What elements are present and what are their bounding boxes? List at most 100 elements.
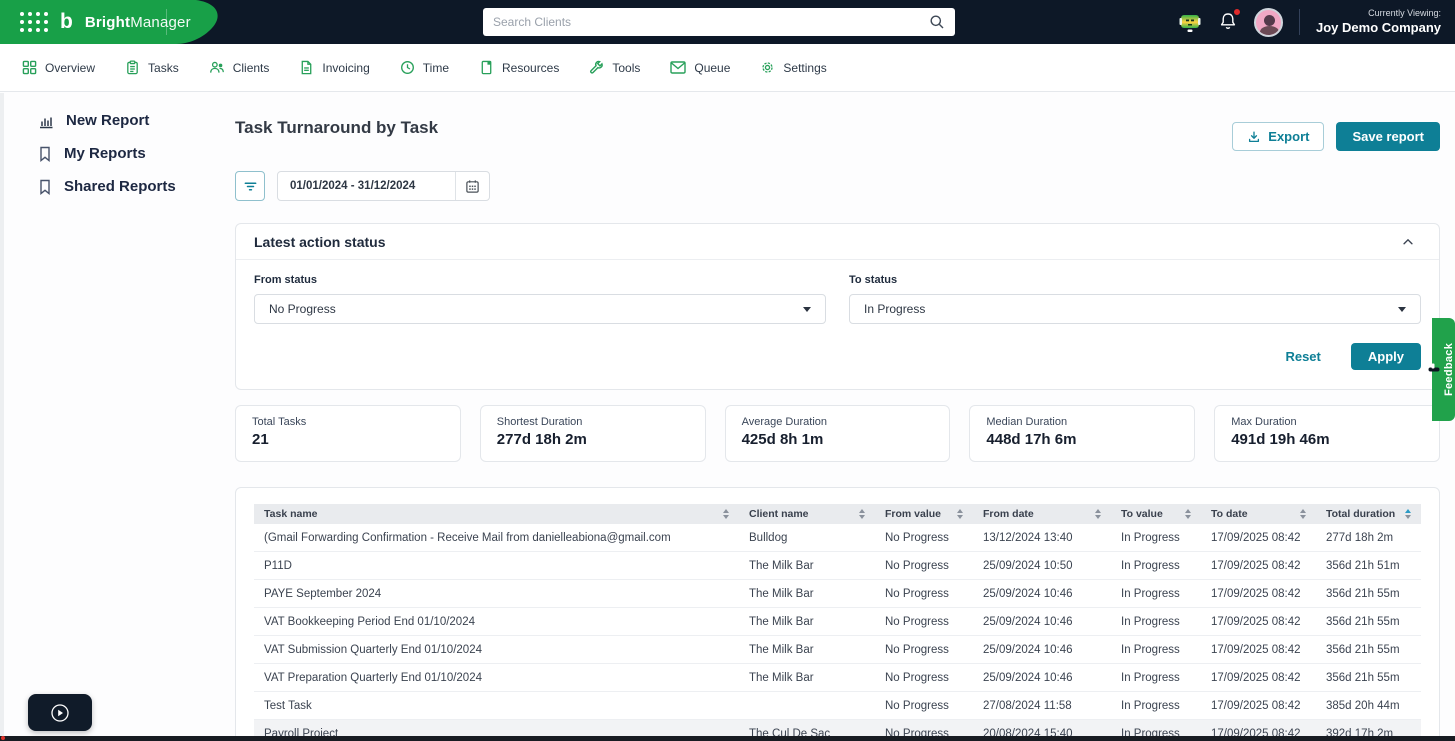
nav-label: Tasks xyxy=(148,61,179,75)
table-cell: No Progress xyxy=(875,552,973,579)
sort-icon[interactable] xyxy=(957,509,963,519)
table-cell: 356d 21h 55m xyxy=(1316,608,1421,635)
bookmark-icon xyxy=(38,179,52,195)
table-cell: 356d 21h 55m xyxy=(1316,636,1421,663)
table-cell: 17/09/2025 08:42 xyxy=(1201,580,1316,607)
table-cell: In Progress xyxy=(1111,636,1201,663)
apply-button[interactable]: Apply xyxy=(1351,343,1421,370)
feedback-icon xyxy=(1429,368,1440,372)
chatbot-icon[interactable] xyxy=(1178,10,1202,34)
table-cell: The Milk Bar xyxy=(739,608,875,635)
nav-item-overview[interactable]: Overview xyxy=(22,60,95,75)
table-body: (Gmail Forwarding Confirmation - Receive… xyxy=(254,524,1421,741)
export-button[interactable]: Export xyxy=(1232,122,1324,151)
sort-icon[interactable] xyxy=(859,509,865,519)
nav-item-tools[interactable]: Tools xyxy=(589,60,640,75)
table-cell: No Progress xyxy=(875,692,973,719)
search-icon[interactable] xyxy=(929,14,945,30)
column-header-client-name[interactable]: Client name xyxy=(739,504,875,524)
table-row[interactable]: PAYE September 2024The Milk BarNo Progre… xyxy=(254,580,1421,608)
table-cell: 27/08/2024 11:58 xyxy=(973,692,1111,719)
column-header-label: Client name xyxy=(749,508,809,520)
table-cell: 25/09/2024 10:50 xyxy=(973,552,1111,579)
sort-icon[interactable] xyxy=(1095,509,1101,519)
table-row[interactable]: VAT Bookkeeping Period End 01/10/2024The… xyxy=(254,608,1421,636)
user-avatar[interactable] xyxy=(1254,8,1283,37)
sidebar-item-new-report[interactable]: New Report xyxy=(0,104,235,137)
app-launcher-icon[interactable] xyxy=(20,12,48,32)
table-cell: No Progress xyxy=(875,580,973,607)
table-row[interactable]: VAT Submission Quarterly End 01/10/2024T… xyxy=(254,636,1421,664)
nav-item-clients[interactable]: Clients xyxy=(209,60,270,75)
panel-actions: Reset Apply xyxy=(1285,343,1421,370)
from-status-field: From status No Progress xyxy=(254,274,826,324)
table-row[interactable]: (Gmail Forwarding Confirmation - Receive… xyxy=(254,524,1421,552)
table-cell: No Progress xyxy=(875,664,973,691)
sort-icon[interactable] xyxy=(1300,509,1306,519)
nav-item-invoicing[interactable]: Invoicing xyxy=(299,60,369,75)
currently-viewing[interactable]: Currently Viewing: Joy Demo Company xyxy=(1316,8,1447,36)
table-row[interactable]: VAT Preparation Quarterly End 01/10/2024… xyxy=(254,664,1421,692)
nav-item-settings[interactable]: Settings xyxy=(760,60,826,75)
nav-label: Clients xyxy=(233,61,270,75)
envelope-icon xyxy=(670,61,686,74)
nav-label: Invoicing xyxy=(322,61,369,75)
stat-label: Shortest Duration xyxy=(497,416,689,428)
currently-viewing-label: Currently Viewing: xyxy=(1316,8,1441,19)
sort-icon[interactable] xyxy=(723,509,729,519)
column-header-task-name[interactable]: Task name xyxy=(254,504,739,524)
main-nav: Overview Tasks Clients Invoicing Time Re… xyxy=(0,44,1455,92)
stat-card-median-duration: Median Duration 448d 17h 6m xyxy=(969,405,1195,462)
nav-item-tasks[interactable]: Tasks xyxy=(125,60,179,75)
filter-button[interactable] xyxy=(235,171,265,201)
nav-item-time[interactable]: Time xyxy=(400,60,449,75)
table-cell: The Milk Bar xyxy=(739,580,875,607)
table-cell: In Progress xyxy=(1111,692,1201,719)
table-cell xyxy=(739,692,875,719)
column-header-label: To value xyxy=(1121,508,1163,520)
date-range-picker[interactable]: 01/01/2024 - 31/12/2024 xyxy=(277,171,490,201)
filter-sliders-icon xyxy=(243,179,258,194)
sort-icon[interactable] xyxy=(1405,509,1411,519)
calendar-icon[interactable] xyxy=(455,172,489,200)
to-status-field: To status In Progress xyxy=(849,274,1421,324)
column-header-total-duration[interactable]: Total duration xyxy=(1316,504,1421,524)
column-header-to-date[interactable]: To date xyxy=(1201,504,1316,524)
from-status-select[interactable]: No Progress xyxy=(254,294,826,324)
column-header-from-date[interactable]: From date xyxy=(973,504,1111,524)
column-header-label: Task name xyxy=(264,508,318,520)
grid-icon xyxy=(22,60,37,75)
save-report-button[interactable]: Save report xyxy=(1336,122,1440,151)
sidebar-item-my-reports[interactable]: My Reports xyxy=(0,137,235,170)
to-status-select[interactable]: In Progress xyxy=(849,294,1421,324)
table-cell: Test Task xyxy=(254,692,739,719)
table-cell: In Progress xyxy=(1111,580,1201,607)
bright-b-logo-icon: b xyxy=(60,11,73,32)
bottom-edge-bar xyxy=(0,736,1455,741)
feedback-label: Feedback xyxy=(1443,343,1455,396)
latest-action-status-panel: Latest action status From status No Prog… xyxy=(235,223,1440,390)
table-row[interactable]: P11DThe Milk BarNo Progress25/09/2024 10… xyxy=(254,552,1421,580)
video-play-button[interactable] xyxy=(28,694,92,731)
nav-label: Time xyxy=(423,61,449,75)
table-cell: 13/12/2024 13:40 xyxy=(973,524,1111,551)
table-row[interactable]: Test Task No Progress27/08/2024 11:58In P… xyxy=(254,692,1421,720)
sidebar-item-shared-reports[interactable]: Shared Reports xyxy=(0,170,235,203)
table-header-row: Task name Client name From value From date T… xyxy=(254,504,1421,524)
nav-item-queue[interactable]: Queue xyxy=(670,61,730,75)
reset-button[interactable]: Reset xyxy=(1285,349,1320,364)
collapse-chevron-icon[interactable] xyxy=(1401,235,1415,249)
clipboard-icon xyxy=(125,60,140,75)
feedback-tab[interactable]: Feedback xyxy=(1432,318,1455,421)
table-cell: 356d 21h 55m xyxy=(1316,664,1421,691)
column-header-label: From date xyxy=(983,508,1034,520)
table-cell: 277d 18h 2m xyxy=(1316,524,1421,551)
notifications-bell-icon[interactable] xyxy=(1218,11,1238,33)
column-header-to-value[interactable]: To value xyxy=(1111,504,1201,524)
search-input[interactable] xyxy=(493,15,929,29)
export-button-label: Export xyxy=(1268,129,1309,144)
sort-icon[interactable] xyxy=(1185,509,1191,519)
nav-item-resources[interactable]: Resources xyxy=(479,60,559,75)
topbar-divider xyxy=(1299,9,1300,35)
column-header-from-value[interactable]: From value xyxy=(875,504,973,524)
